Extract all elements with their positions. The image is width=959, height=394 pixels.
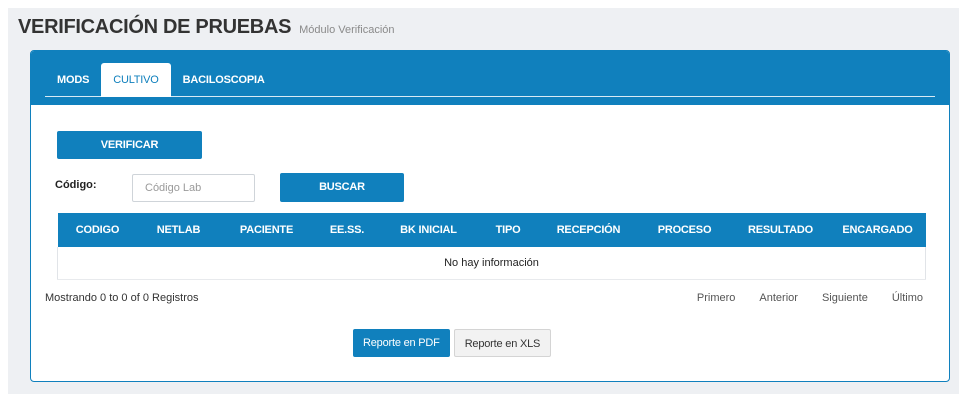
page-subtitle: Módulo Verificación xyxy=(299,24,395,36)
column-header-recepcion[interactable]: RECEPCIÓN xyxy=(540,213,638,247)
column-header-netlab[interactable]: NETLAB xyxy=(138,213,220,247)
verify-button[interactable]: VERIFICAR xyxy=(57,131,202,159)
panel-tab-bar: MODS CULTIVO BACILOSCOPIA xyxy=(31,51,949,105)
report-pdf-button[interactable]: Reporte en PDF xyxy=(353,329,450,357)
column-header-proceso[interactable]: PROCESO xyxy=(638,213,732,247)
records-info: Mostrando 0 to 0 of 0 Registros xyxy=(45,292,199,304)
code-label: Código: xyxy=(55,179,97,191)
verification-panel: MODS CULTIVO BACILOSCOPIA VERIFICAR Códi… xyxy=(30,50,950,382)
column-header-paciente[interactable]: PACIENTE xyxy=(220,213,314,247)
report-xls-button[interactable]: Reporte en XLS xyxy=(453,329,552,357)
column-header-codigo[interactable]: CODIGO xyxy=(58,213,138,247)
search-button[interactable]: BUSCAR xyxy=(280,173,404,202)
tab-cultivo[interactable]: CULTIVO xyxy=(101,63,171,97)
table-row: No hay información xyxy=(57,247,926,280)
page-header: VERIFICACIÓN DE PRUEBAS Módulo Verificac… xyxy=(18,16,395,39)
column-header-resultado[interactable]: RESULTADO xyxy=(732,213,830,247)
page-title: VERIFICACIÓN DE PRUEBAS xyxy=(18,16,292,38)
pagination-next[interactable]: Siguiente xyxy=(822,292,868,304)
tab-baciloscopia[interactable]: BACILOSCOPIA xyxy=(171,63,277,97)
report-buttons: Reporte en PDF Reporte en XLS xyxy=(353,329,552,357)
pagination: Primero Anterior Siguiente Último xyxy=(697,292,923,304)
table-header-row: CODIGO NETLAB PACIENTE EE.SS. BK INICIAL… xyxy=(57,213,926,247)
column-header-tipo[interactable]: TIPO xyxy=(477,213,540,247)
column-header-eess[interactable]: EE.SS. xyxy=(314,213,381,247)
pagination-previous[interactable]: Anterior xyxy=(759,292,798,304)
pagination-first[interactable]: Primero xyxy=(697,292,736,304)
tabs: MODS CULTIVO BACILOSCOPIA xyxy=(45,63,935,97)
empty-table-message: No hay información xyxy=(57,247,926,280)
tab-mods[interactable]: MODS xyxy=(45,63,101,97)
column-header-bk-inicial[interactable]: BK INICIAL xyxy=(381,213,477,247)
results-table: CODIGO NETLAB PACIENTE EE.SS. BK INICIAL… xyxy=(57,213,926,280)
code-lab-input[interactable] xyxy=(132,174,255,202)
column-header-encargado[interactable]: ENCARGADO xyxy=(830,213,926,247)
pagination-last[interactable]: Último xyxy=(892,292,923,304)
